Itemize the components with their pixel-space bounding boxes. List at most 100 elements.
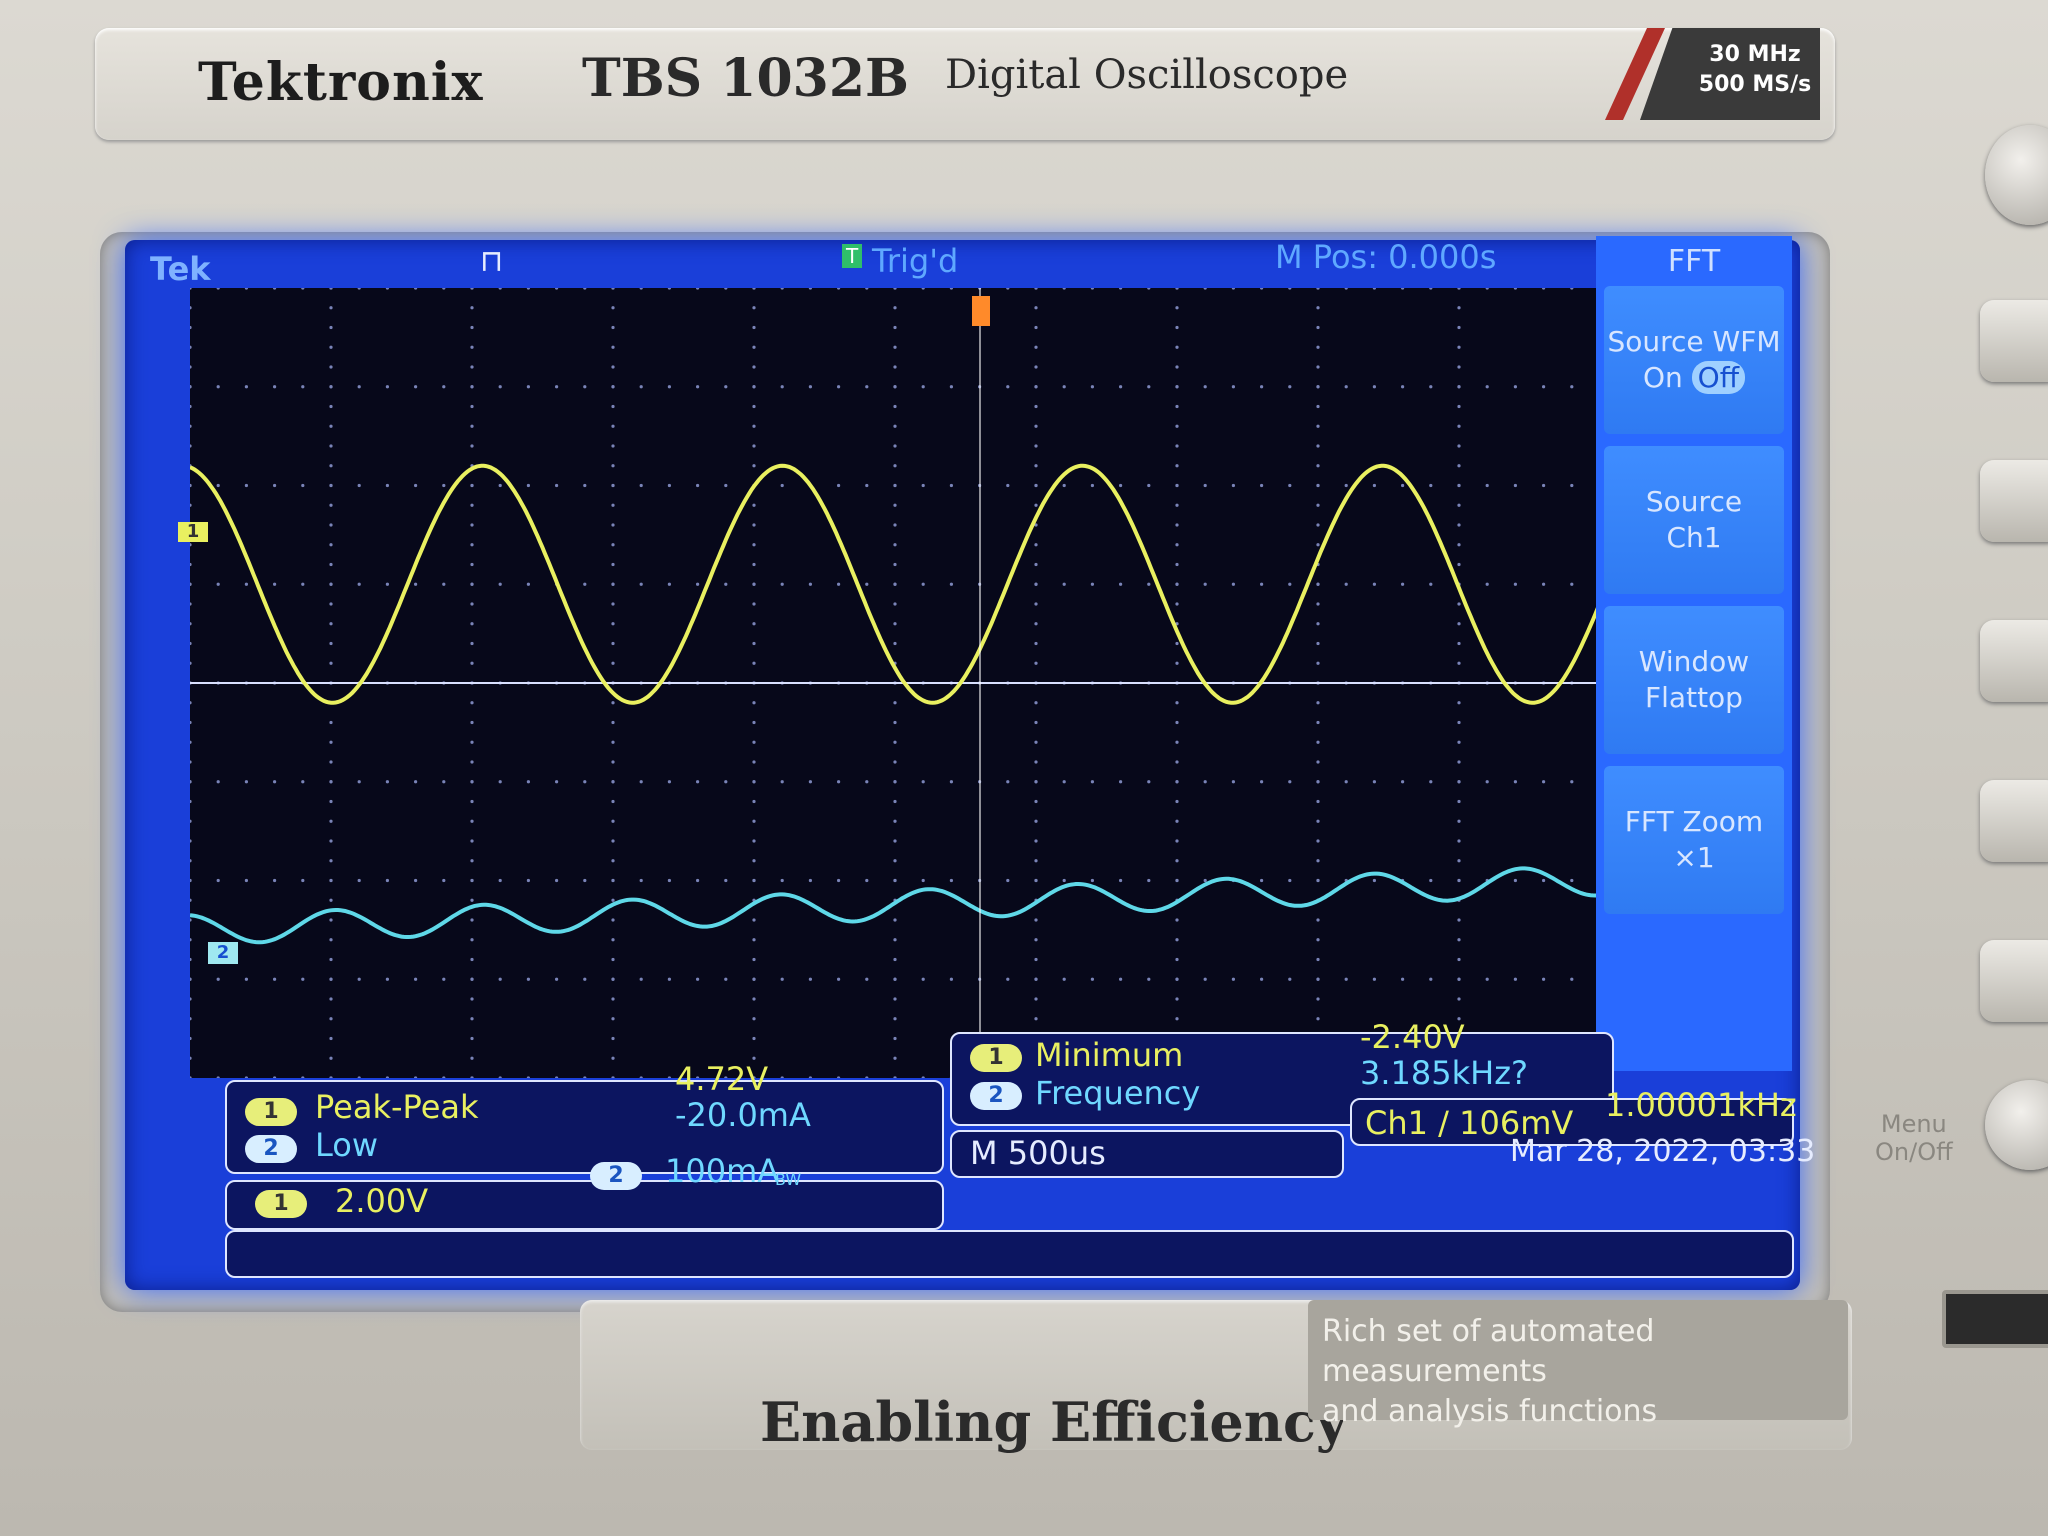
grid-dot [414,288,418,290]
grid-dot [1175,602,1179,606]
grid-dot [470,523,474,527]
menu-item-label: Window [1638,645,1750,678]
menu-item-fft-zoom[interactable]: FFT Zoom ×1 [1604,766,1784,914]
ch1-chip: 1 [255,1190,307,1218]
grid-dot [190,740,192,744]
grid-dot [1175,365,1179,369]
grid-dot [329,503,333,507]
grid-dot [1344,977,1348,981]
grid-dot [329,661,333,665]
grid-dot [1570,582,1574,586]
low-label: Low [315,1126,379,1164]
side-button-2[interactable] [1980,460,2048,542]
grid-dot [1316,306,1320,310]
grid-dot [385,780,389,784]
grid-dot [893,878,897,883]
grid-dot [639,780,643,784]
source-wfm-toggle: On Off [1604,360,1784,396]
grid-dot [442,288,446,290]
grid-dot [639,288,643,290]
grid-dot [893,641,897,646]
grid-dot [329,345,333,349]
usb-port[interactable] [1942,1290,2048,1348]
grid-dot [1372,582,1376,586]
grid-dot [752,622,756,626]
grid-dot [190,543,192,547]
grid-dot [1429,977,1433,981]
grid-dot [1457,602,1461,606]
grid-dot [1457,760,1461,764]
fft-side-menu: FFT Source WFM On Off Source Ch1 Window … [1596,236,1792,1071]
grid-dot [611,444,615,448]
grid-dot [752,799,756,804]
grid-dot [1570,977,1574,981]
grid-dot [1457,444,1461,448]
grid-dot [1175,385,1179,389]
grid-dot [190,424,192,428]
grid-dot [1034,1017,1038,1021]
grid-dot [442,582,446,586]
grid-dot [1175,582,1179,586]
grid-dot [1175,819,1179,823]
grid-dot [611,997,615,1001]
side-button-1[interactable] [1980,300,2048,382]
grid-dot [611,878,615,883]
grid-dot [639,582,643,586]
grid-dot [190,345,192,349]
grid-dot [752,365,756,369]
grid-dot [1429,780,1433,784]
side-button-3[interactable] [1980,620,2048,702]
grid-dot [1429,385,1433,389]
grid-dot [1316,760,1320,764]
grid-dot [696,977,700,981]
grid-dot [1401,582,1405,586]
grid-dot [1316,404,1320,409]
grid-dot [1316,780,1320,784]
grid-dot [1119,385,1123,389]
grid-dot [724,878,728,883]
grid-dot [780,780,784,784]
ch1-chip: 1 [245,1098,297,1126]
grid-dot [921,780,925,784]
grid-dot [921,582,925,586]
grid-dot [893,325,897,330]
grid-dot [216,288,220,290]
grid-dot [893,582,897,586]
grid-dot [1288,385,1292,389]
grid-dot [1175,839,1179,843]
timebase-readout: M 500us [970,1134,1106,1172]
grid-dot [1090,288,1094,290]
grid-dot [1260,977,1264,981]
grid-dot [1034,819,1038,823]
menu-item-window[interactable]: Window Flattop [1604,606,1784,754]
menu-item-source[interactable]: Source Ch1 [1604,446,1784,594]
side-button-4[interactable] [1980,780,2048,862]
grid-dot [921,878,925,883]
grid-dot [498,483,502,488]
grid-dot [1090,483,1094,488]
grid-dot [808,385,813,389]
grid-dot [273,780,277,784]
grid-dot [1288,483,1292,488]
grid-dot [1203,582,1207,586]
grid-dot [1175,977,1179,981]
model-label: TBS 1032B [582,48,909,109]
grid-dot [611,622,615,626]
grid-dot [1372,780,1376,784]
grid-dot [329,523,333,527]
grid-dot [1542,977,1546,981]
grid-dot [1034,325,1038,330]
grid-dot [752,602,756,606]
grid-dot [1316,859,1320,863]
side-button-5[interactable] [1980,940,2048,1022]
grid-dot [470,1017,474,1021]
trigger-status: Trig'd [872,242,959,280]
grid-dot [1344,483,1348,488]
grid-dot [498,582,502,586]
menu-item-source-wfm[interactable]: Source WFM On Off [1604,286,1784,434]
grid-dot [1542,385,1546,389]
grid-dot [470,345,474,349]
grid-dot [1034,918,1038,922]
grid-dot [329,602,333,606]
grid-dot [1316,503,1320,507]
